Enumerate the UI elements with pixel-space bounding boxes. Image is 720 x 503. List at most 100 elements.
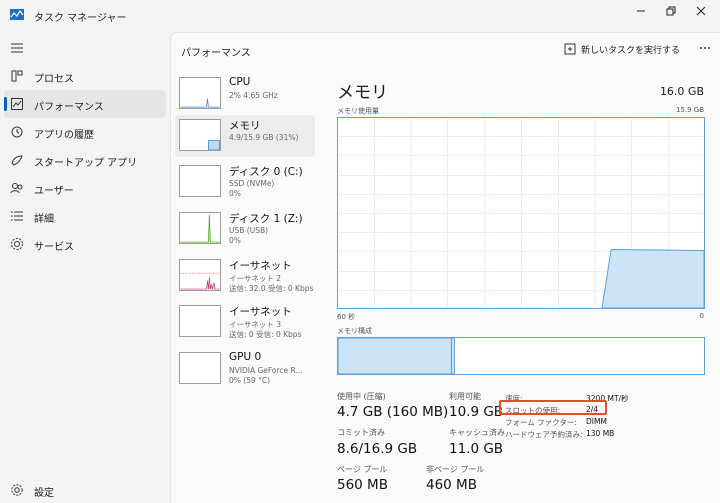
memory-modified-segment <box>450 337 455 375</box>
sidebar-item-users[interactable]: ユーザー <box>4 174 166 202</box>
device-sub: 送信: 0 受信: 0 Kbps <box>229 330 302 339</box>
in-use-value: 4.7 GB (160 MB) <box>337 404 449 420</box>
hamburger-menu-icon[interactable] <box>10 42 24 54</box>
cached-value: 11.0 GB <box>449 441 504 457</box>
form-factor-label: フォーム ファクター: <box>505 418 577 427</box>
run-task-icon <box>564 43 576 55</box>
task-manager-app-icon <box>10 9 24 20</box>
memory-composition-bar <box>337 337 705 375</box>
active-indicator <box>4 97 7 111</box>
cpu-thumbnail-graph <box>179 77 221 109</box>
disk1-thumbnail-graph <box>179 212 221 244</box>
device-sub: 0% (59 °C) <box>229 376 271 385</box>
device-name: メモリ <box>229 120 261 132</box>
restore-icon <box>666 6 676 16</box>
device-sub: SSD (NVMe) <box>229 179 275 188</box>
device-item-cpu[interactable]: CPU 2% 4.65 GHz <box>175 73 315 115</box>
close-icon <box>696 6 706 16</box>
device-item-disk-0[interactable]: ディスク 0 (C:) SSD (NVMe) 0% <box>175 161 315 203</box>
sidebar-item-label: ユーザー <box>34 186 74 197</box>
sidebar-item-label: パフォーマンス <box>34 102 104 113</box>
title-bar: タスク マネージャー <box>0 0 720 30</box>
sidebar-nav: プロセス パフォーマンス アプリの履歴 スタートアップ アプリ ユーザー 詳細 … <box>0 62 170 258</box>
paged-pool-value: 560 MB <box>337 477 388 493</box>
settings-label: 設定 <box>34 488 54 499</box>
memory-total: 16.0 GB <box>659 85 704 98</box>
disk0-thumbnail-graph <box>179 165 221 197</box>
run-task-label: 新しいタスクを実行する <box>580 45 680 56</box>
device-sub: USB (USB) <box>229 226 269 235</box>
device-item-memory[interactable]: メモリ 4.9/15.9 GB (31%) <box>175 115 315 157</box>
services-icon <box>11 238 23 250</box>
graph-axis-left: 60 秒 <box>337 313 356 321</box>
sidebar-item-label: サービス <box>34 242 74 253</box>
device-item-gpu-0[interactable]: GPU 0 NVIDIA GeForce R... 0% (59 °C) <box>175 348 315 390</box>
processes-icon <box>11 70 23 82</box>
memory-in-use-segment <box>337 337 452 375</box>
device-name: ディスク 0 (C:) <box>229 166 303 178</box>
in-use-label: 使用中 (圧縮) <box>337 392 386 401</box>
available-label: 利用可能 <box>449 392 481 401</box>
ethernet3-thumbnail-graph <box>179 305 221 337</box>
run-new-task-button[interactable]: 新しいタスクを実行する <box>564 41 680 57</box>
memory-thumbnail-graph <box>179 119 221 151</box>
sidebar-item-label: スタートアップ アプリ <box>34 158 138 169</box>
nonpaged-pool-label: 非ページ プール <box>426 465 485 474</box>
device-name: CPU <box>229 76 251 88</box>
sidebar-item-label: プロセス <box>34 74 74 85</box>
details-icon <box>11 211 23 221</box>
committed-value: 8.6/16.9 GB <box>337 441 418 457</box>
maximize-button[interactable] <box>658 4 684 18</box>
sidebar-item-settings[interactable]: 設定 <box>4 476 166 503</box>
sidebar-item-startup-apps[interactable]: スタートアップ アプリ <box>4 146 166 174</box>
nonpaged-pool-value: 460 MB <box>426 477 477 493</box>
sidebar-item-app-history[interactable]: アプリの履歴 <box>4 118 166 146</box>
form-factor-value: DIMM <box>586 417 607 426</box>
history-icon <box>11 126 23 138</box>
device-name: イーサネット <box>229 306 292 318</box>
minimize-button[interactable] <box>628 4 654 18</box>
gear-icon <box>11 484 23 496</box>
hardware-reserved-label: ハードウェア予約済み: <box>505 430 583 439</box>
gpu-thumbnail-graph <box>179 352 221 384</box>
committed-label: コミット済み <box>337 428 385 437</box>
paged-pool-label: ページ プール <box>337 465 388 474</box>
sidebar-item-details[interactable]: 詳細 <box>4 202 166 230</box>
close-button[interactable] <box>688 4 714 18</box>
performance-icon <box>11 98 23 110</box>
device-sub: 0% <box>229 236 241 245</box>
device-name: GPU 0 <box>229 351 262 363</box>
detail-title: メモリ <box>337 83 388 103</box>
device-name: イーサネット <box>229 260 292 272</box>
memory-usage-area <box>601 248 705 309</box>
available-value: 10.9 GB <box>449 404 504 420</box>
window-title: タスク マネージャー <box>34 13 127 24</box>
device-sub: 2% 4.65 GHz <box>229 91 278 100</box>
device-item-ethernet-3[interactable]: イーサネット イーサネット 3 送信: 0 受信: 0 Kbps <box>175 301 315 343</box>
device-sub: 0% <box>229 189 241 198</box>
memory-usage-max: 15.9 GB <box>675 106 704 114</box>
performance-panel: パフォーマンス 新しいタスクを実行する CPU 2% 4.65 GHz メモリ … <box>170 32 720 503</box>
sidebar-item-label: アプリの履歴 <box>34 130 94 141</box>
device-sub: 送信: 32.0 受信: 0 Kbps <box>229 284 314 293</box>
sidebar-item-performance[interactable]: パフォーマンス <box>4 90 166 118</box>
slots-highlight-box <box>499 400 607 415</box>
memory-composition-label: メモリ構成 <box>337 327 372 335</box>
graph-axis-right: 0 <box>699 312 704 320</box>
minimize-icon <box>637 10 645 12</box>
device-item-ethernet-2[interactable]: イーサネット イーサネット 2 送信: 32.0 受信: 0 Kbps <box>175 255 315 297</box>
device-name: ディスク 1 (Z:) <box>229 213 303 225</box>
device-sub: NVIDIA GeForce R... <box>229 366 303 375</box>
sidebar-item-services[interactable]: サービス <box>4 230 166 258</box>
cached-label: キャッシュ済み <box>449 428 505 437</box>
more-options-icon[interactable] <box>698 42 712 54</box>
sidebar-item-label: 詳細 <box>34 214 54 225</box>
device-sub: 4.9/15.9 GB (31%) <box>229 133 299 142</box>
device-item-disk-1[interactable]: ディスク 1 (Z:) USB (USB) 0% <box>175 208 315 250</box>
sidebar-item-processes[interactable]: プロセス <box>4 62 166 90</box>
memory-usage-graph <box>337 117 705 309</box>
memory-usage-label: メモリ使用量 <box>337 107 379 115</box>
users-icon <box>10 183 23 194</box>
hardware-reserved-value: 130 MB <box>586 429 615 438</box>
ethernet2-thumbnail-graph <box>179 259 221 291</box>
